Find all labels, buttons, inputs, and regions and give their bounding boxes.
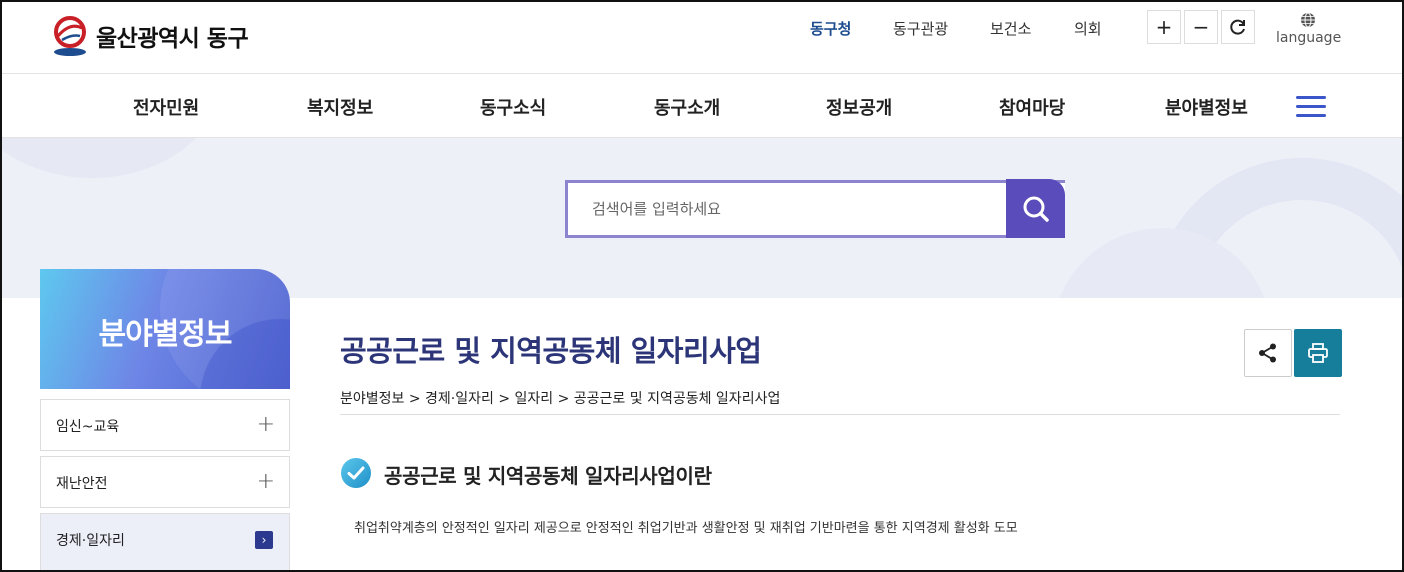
gnb-item-field-info[interactable]: 분야별정보 — [1165, 94, 1248, 120]
main-navigation: 전자민원 복지정보 동구소식 동구소개 정보공개 참여마당 분야별정보 — [2, 74, 1402, 138]
util-link-tourism[interactable]: 동구관광 — [893, 18, 948, 39]
gnb-item-news[interactable]: 동구소식 — [480, 94, 546, 120]
language-label: language — [1276, 30, 1342, 46]
zoom-out-button[interactable]: − — [1184, 10, 1218, 44]
breadcrumb: 분야별정보 > 경제·일자리 > 일자리 > 공공근로 및 지역공동체 일자리사… — [340, 391, 781, 407]
section-title: 공공근로 및 지역공동체 일자리사업이란 — [384, 464, 712, 488]
logo-emblem-icon — [54, 16, 86, 56]
search-button[interactable] — [1006, 179, 1065, 238]
page-title: 공공근로 및 지역공동체 일자리사업 — [340, 334, 762, 368]
share-button[interactable] — [1244, 329, 1292, 377]
sidebar-item-label: 재난안전 — [56, 476, 108, 492]
top-bar: 울산광역시 동구 동구청 동구관광 보건소 의회 + − language — [2, 2, 1402, 74]
section-description: 취업취약계층의 안정적인 일자리 제공으로 안정적인 취업기반과 생활안정 및 … — [354, 521, 1018, 536]
share-icon — [1259, 343, 1276, 363]
plus-icon: + — [256, 412, 275, 437]
print-icon — [1308, 343, 1328, 363]
site-logo[interactable]: 울산광역시 동구 — [52, 14, 249, 58]
minus-icon: − — [1192, 15, 1210, 39]
gnb-item-info-disclosure[interactable]: 정보공개 — [826, 94, 892, 120]
print-button[interactable] — [1294, 329, 1342, 377]
zoom-in-button[interactable]: + — [1147, 10, 1181, 44]
menu-hamburger-icon[interactable] — [1296, 96, 1326, 118]
gnb-item-about[interactable]: 동구소개 — [654, 94, 720, 120]
sidebar-item-disaster-safety[interactable]: 재난안전 + — [40, 456, 290, 508]
search-input[interactable] — [568, 183, 1006, 235]
sidebar-item-pregnancy-education[interactable]: 임신~교육 + — [40, 399, 290, 451]
util-link-donggu-office[interactable]: 동구청 — [810, 18, 851, 39]
search-icon — [1023, 196, 1049, 222]
util-link-health-center[interactable]: 보건소 — [990, 18, 1031, 39]
language-button[interactable]: language — [1276, 12, 1342, 46]
globe-icon — [1301, 12, 1315, 28]
breadcrumb-divider — [340, 414, 1340, 415]
gnb-item-e-civil[interactable]: 전자민원 — [133, 94, 199, 120]
sidebar-header: 분야별정보 — [40, 269, 290, 389]
gnb-item-participation[interactable]: 참여마당 — [999, 94, 1065, 120]
page-frame: 울산광역시 동구 동구청 동구관광 보건소 의회 + − language 전자… — [0, 0, 1404, 572]
check-circle-icon — [341, 458, 371, 488]
zoom-reset-button[interactable] — [1221, 10, 1255, 44]
site-name: 울산광역시 동구 — [96, 26, 249, 52]
plus-icon: + — [1155, 15, 1173, 39]
gnb-item-welfare[interactable]: 복지정보 — [307, 94, 373, 120]
refresh-icon — [1230, 19, 1245, 35]
sidebar-item-economy-jobs[interactable]: 경제·일자리 › — [40, 513, 290, 570]
plus-icon: + — [256, 469, 275, 494]
util-link-council[interactable]: 의회 — [1074, 18, 1102, 39]
sidebar-item-label: 임신~교육 — [56, 419, 120, 435]
chevron-right-icon: › — [255, 531, 273, 549]
sidebar-item-label: 경제·일자리 — [56, 533, 125, 549]
sidebar-title: 분야별정보 — [98, 317, 233, 352]
